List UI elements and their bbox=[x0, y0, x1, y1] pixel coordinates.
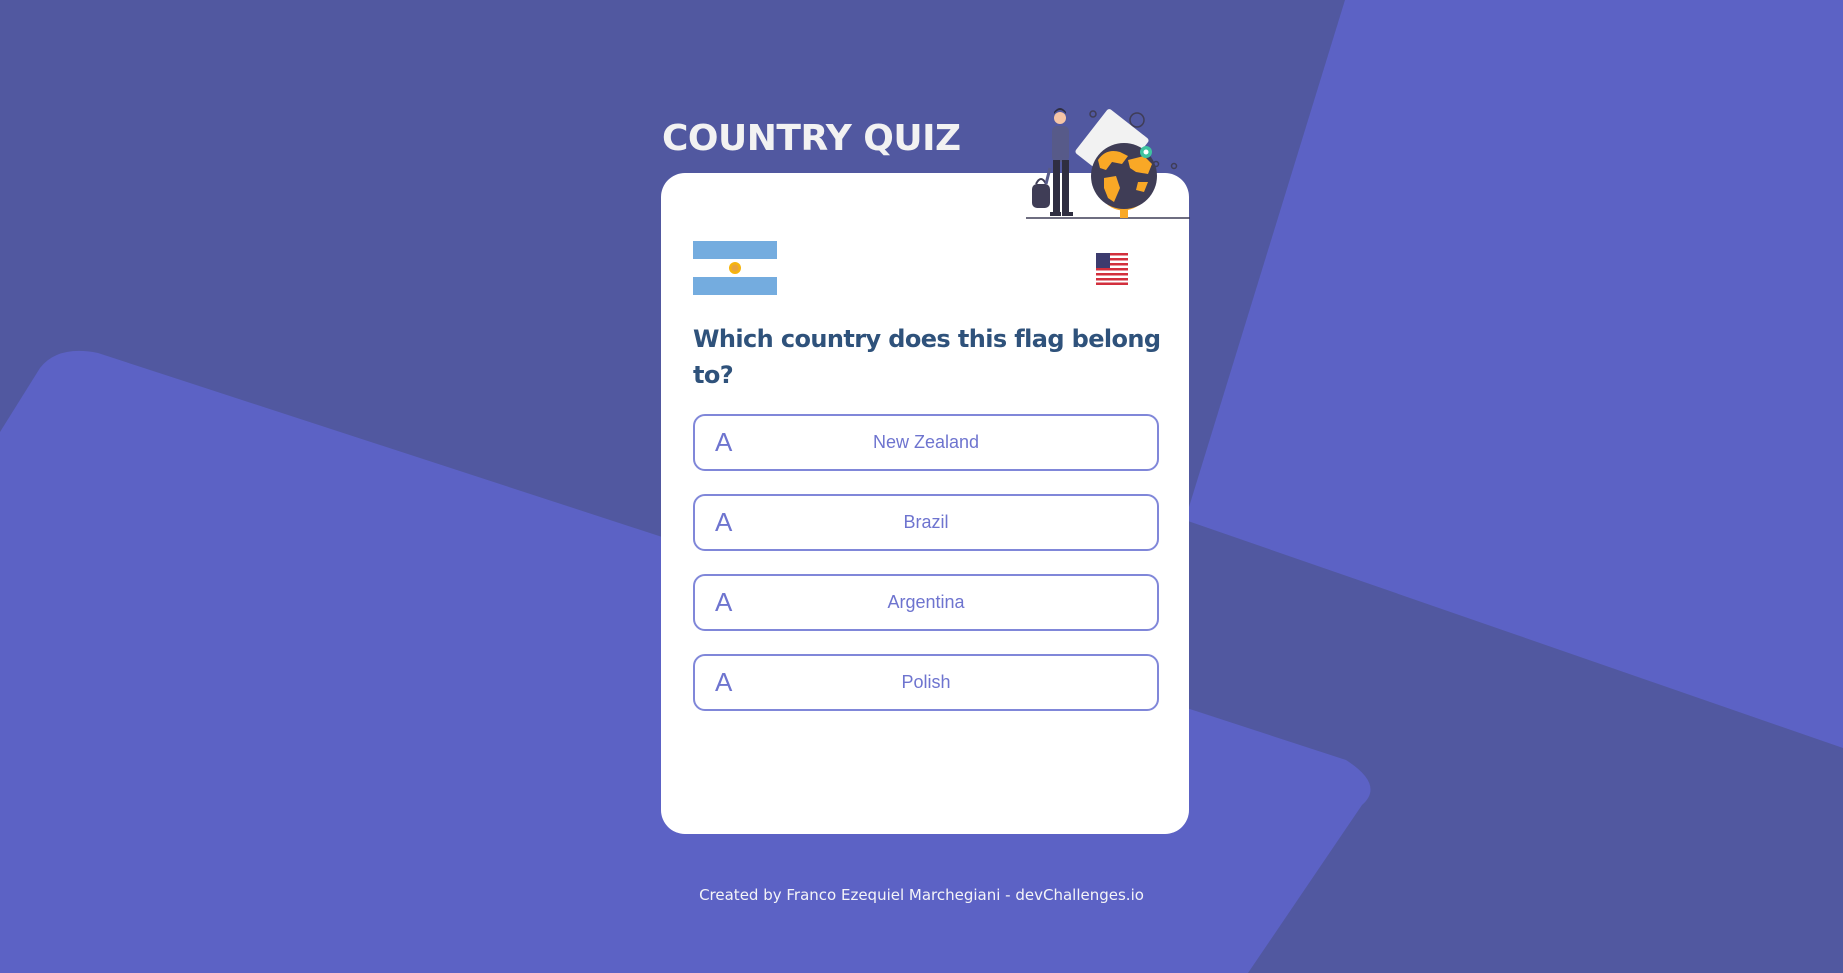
traveler-globe-illustration bbox=[1026, 108, 1190, 219]
answer-option-2[interactable]: A Brazil bbox=[693, 494, 1159, 551]
footer-credit: Created by Franco Ezequiel Marchegiani -… bbox=[699, 886, 1144, 904]
usa-flag-icon bbox=[1096, 253, 1128, 285]
page-title: COUNTRY QUIZ bbox=[662, 118, 961, 159]
option-label: Brazil bbox=[903, 512, 949, 532]
option-label: Argentina bbox=[887, 592, 965, 612]
answer-option-3[interactable]: A Argentina bbox=[693, 574, 1159, 631]
answer-option-1[interactable]: A New Zealand bbox=[693, 414, 1159, 471]
option-label: Polish bbox=[901, 672, 951, 692]
question-text: Which country does this flag belong to? bbox=[693, 325, 1161, 389]
answer-option-4[interactable]: A Polish bbox=[693, 654, 1159, 711]
quiz-card: Which country does this flag belong to? … bbox=[661, 173, 1189, 834]
option-label: New Zealand bbox=[872, 432, 980, 452]
argentina-flag-icon bbox=[693, 241, 777, 295]
